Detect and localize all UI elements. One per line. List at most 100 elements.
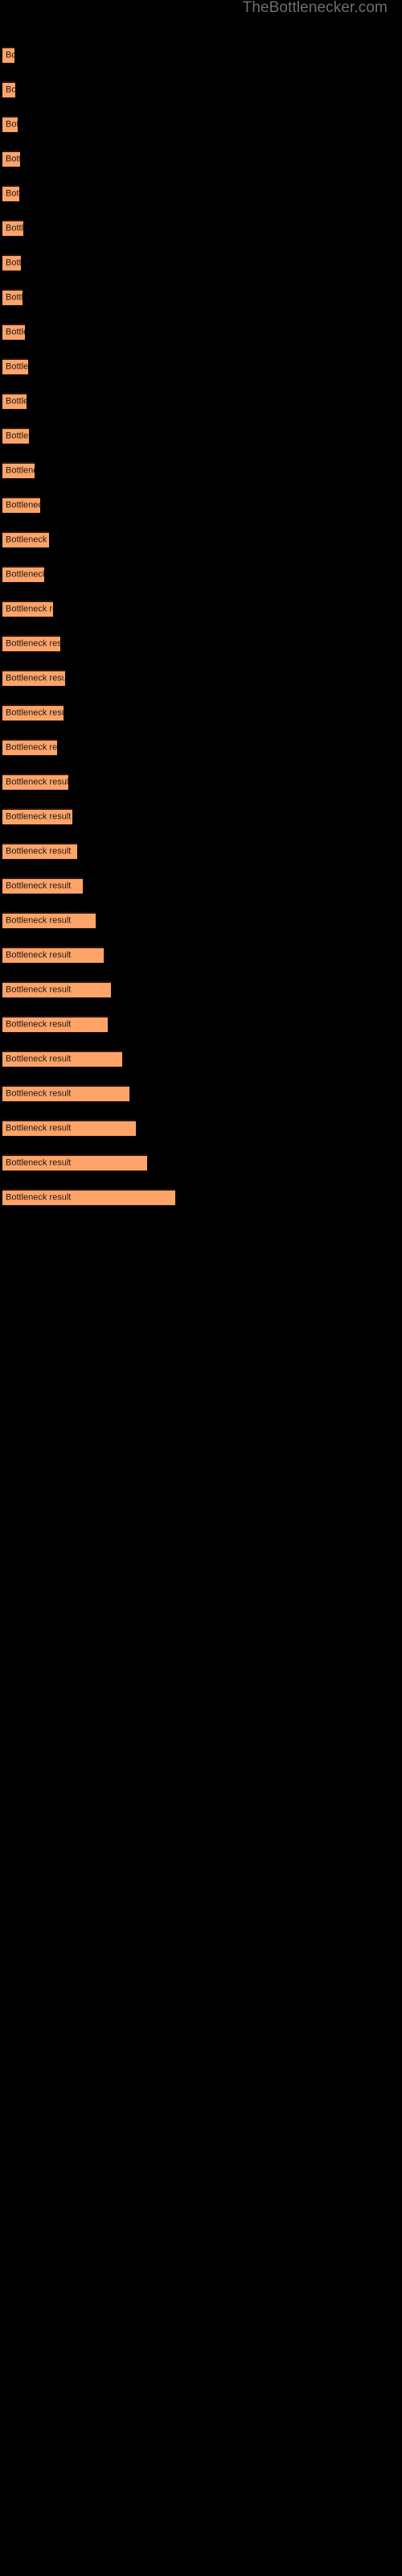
bar-row: Bottleneck result <box>0 116 402 133</box>
bar: Bottleneck result <box>2 185 19 202</box>
bar-row: Bottleneck result <box>0 254 402 271</box>
bar-row: Bottleneck result <box>0 324 402 341</box>
bar-label: Bottleneck result <box>6 258 21 268</box>
bar-row: Bottleneck result <box>0 877 402 894</box>
bar-row: Bottleneck result <box>0 185 402 202</box>
bar-label: Bottleneck result <box>6 673 65 683</box>
bar: Bottleneck result <box>2 1120 136 1137</box>
bar-row: Bottleneck result <box>0 1120 402 1137</box>
bar-label: Bottleneck result <box>6 1123 72 1133</box>
bar-row: Bottleneck result <box>0 81 402 98</box>
bar-label: Bottleneck result <box>6 1019 72 1030</box>
bar: Bottleneck result <box>2 635 60 652</box>
bar-row: Bottleneck result <box>0 358 402 375</box>
bar-row: Bottleneck result <box>0 151 402 167</box>
bar-label: Bottleneck result <box>6 50 14 60</box>
bar-label: Bottleneck result <box>6 361 28 372</box>
bar-row: Bottleneck result <box>0 843 402 860</box>
bar: Bottleneck result <box>2 1189 175 1206</box>
bar-row: Bottleneck result <box>0 1154 402 1171</box>
bar-row: Bottleneck result <box>0 981 402 998</box>
bar-label: Bottleneck result <box>6 465 35 476</box>
bar-row: Bottleneck result <box>0 739 402 756</box>
bar: Bottleneck result <box>2 47 14 64</box>
bar-label: Bottleneck result <box>6 985 72 995</box>
bar: Bottleneck result <box>2 1085 129 1102</box>
bar-label: Bottleneck result <box>6 638 60 649</box>
bar-row: Bottleneck result <box>0 220 402 237</box>
bar-label: Bottleneck result <box>6 881 72 891</box>
bar: Bottleneck result <box>2 947 104 964</box>
bar: Bottleneck result <box>2 151 20 167</box>
bar-row: Bottleneck result <box>0 497 402 514</box>
bar: Bottleneck result <box>2 566 44 583</box>
bar: Bottleneck result <box>2 912 96 929</box>
bar-label: Bottleneck result <box>6 950 72 960</box>
bar-label: Bottleneck result <box>6 1158 72 1168</box>
bar-row: Bottleneck result <box>0 670 402 687</box>
bar-label: Bottleneck result <box>6 742 57 753</box>
bar: Bottleneck result <box>2 462 35 479</box>
bar: Bottleneck result <box>2 774 68 791</box>
bar: Bottleneck result <box>2 1051 122 1067</box>
bar: Bottleneck result <box>2 981 111 998</box>
bar-label: Bottleneck result <box>6 500 40 510</box>
bar: Bottleneck result <box>2 254 21 271</box>
bar-label: Bottleneck result <box>6 292 23 303</box>
bar: Bottleneck result <box>2 531 49 548</box>
bar: Bottleneck result <box>2 393 27 410</box>
bar: Bottleneck result <box>2 670 65 687</box>
bar: Bottleneck result <box>2 1154 147 1171</box>
bar-row: Bottleneck result <box>0 1016 402 1033</box>
bar-label: Bottleneck result <box>6 1192 72 1203</box>
bar-label: Bottleneck result <box>6 396 27 407</box>
bar: Bottleneck result <box>2 704 64 721</box>
bar-label: Bottleneck result <box>6 915 72 926</box>
bar-label: Bottleneck result <box>6 223 23 233</box>
bar: Bottleneck result <box>2 358 28 375</box>
bar-row: Bottleneck result <box>0 808 402 825</box>
bar-row: Bottleneck result <box>0 393 402 410</box>
bar-label: Bottleneck result <box>6 777 68 787</box>
bar: Bottleneck result <box>2 739 57 756</box>
chart-plot-area: Bottleneck result Bottleneck result Bottle… <box>0 0 402 2576</box>
bar-row: Bottleneck result <box>0 912 402 929</box>
bar-row: Bottleneck result <box>0 462 402 479</box>
bar-row: Bottleneck result <box>0 1051 402 1067</box>
bar-row: Bottleneck result <box>0 635 402 652</box>
bar-label: Bottleneck result <box>6 604 53 614</box>
bar-row: Bottleneck result <box>0 427 402 444</box>
bar-label: Bottleneck result <box>6 431 29 441</box>
bar-row: Bottleneck result <box>0 289 402 306</box>
bar: Bottleneck result <box>2 220 23 237</box>
bar-label: Bottleneck result <box>6 1088 72 1099</box>
bar: Bottleneck result <box>2 324 25 341</box>
bar-label: Bottleneck result <box>6 85 15 95</box>
bar: Bottleneck result <box>2 877 83 894</box>
bar-label: Bottleneck result <box>6 188 19 199</box>
bar-label: Bottleneck result <box>6 811 72 822</box>
bar: Bottleneck result <box>2 1016 108 1033</box>
bar-row: Bottleneck result <box>0 947 402 964</box>
bottleneck-chart: TheBottlenecker.com Bottleneck resultBot… <box>0 0 402 2576</box>
bar-label: Bottleneck result <box>6 535 49 545</box>
bar: Bottleneck result <box>2 116 18 133</box>
bar: Bottleneck result <box>2 289 23 306</box>
bar: Bottleneck result <box>2 601 53 617</box>
bar: Bottleneck result <box>2 427 29 444</box>
bar-row: Bottleneck result <box>0 566 402 583</box>
bar: Bottleneck result <box>2 808 72 825</box>
bar-row: Bottleneck result <box>0 531 402 548</box>
bar: Bottleneck result <box>2 497 40 514</box>
bar-label: Bottleneck result <box>6 119 18 130</box>
bar: Bottleneck result <box>2 81 15 98</box>
bar-row: Bottleneck result <box>0 47 402 64</box>
bar-label: Bottleneck result <box>6 846 72 857</box>
bar-row: Bottleneck result <box>0 1085 402 1102</box>
bar-row: Bottleneck result <box>0 601 402 617</box>
bar-label: Bottleneck result <box>6 327 25 337</box>
bar-label: Bottleneck result <box>6 1054 72 1064</box>
bar-label: Bottleneck result <box>6 154 20 164</box>
bar-label: Bottleneck result <box>6 708 64 718</box>
bar-label: Bottleneck result <box>6 569 44 580</box>
